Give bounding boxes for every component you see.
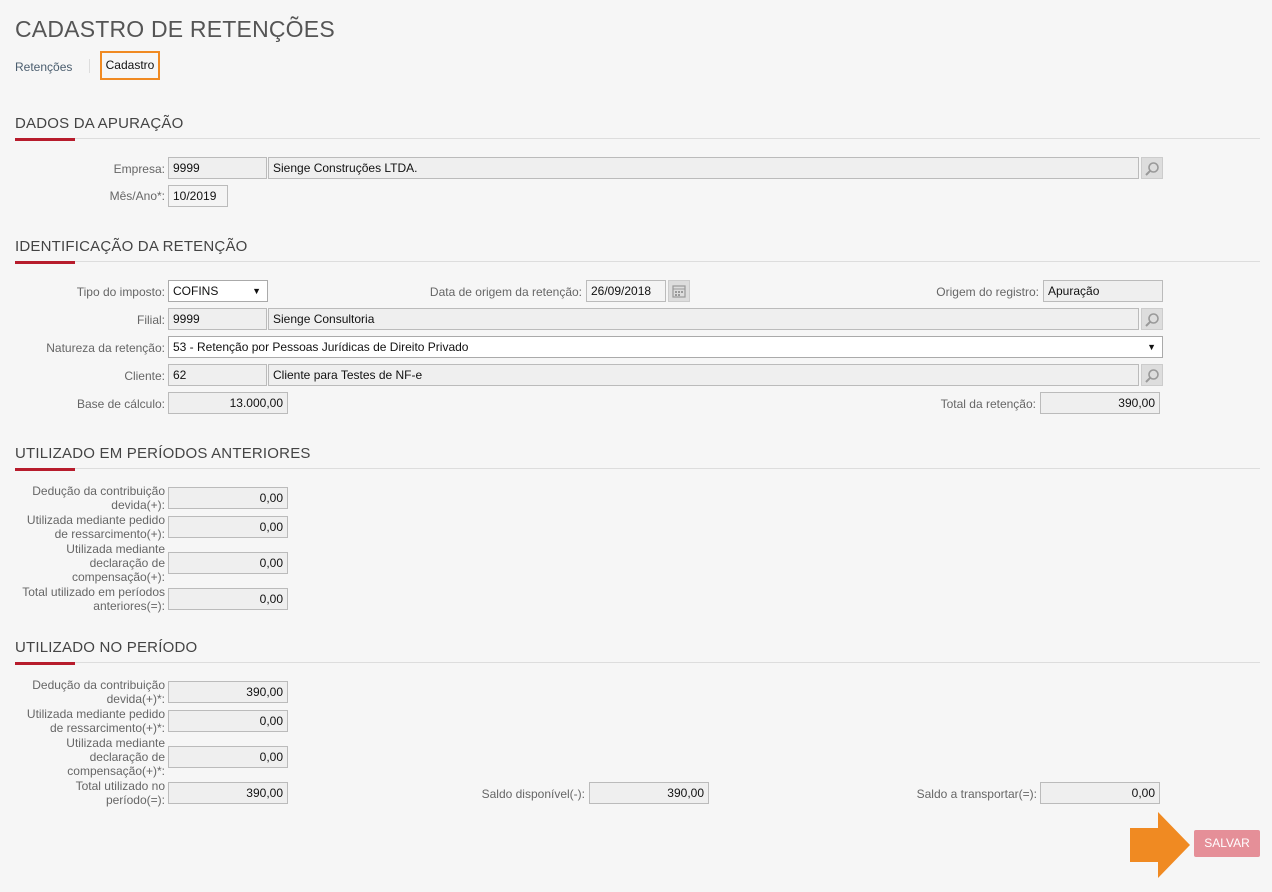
chevron-down-icon: ▼ bbox=[1147, 342, 1156, 352]
total-retencao-label: Total da retenção: bbox=[940, 397, 1036, 411]
page-title: CADASTRO DE RETENÇÕES bbox=[15, 16, 335, 42]
search-icon bbox=[1145, 313, 1159, 327]
ant-compensacao-label: Utilizada mediante declaração de compensaç… bbox=[66, 542, 165, 584]
per-total-label: Total utilizado no período(=): bbox=[75, 779, 165, 807]
ant-deducao-field: 0,00 bbox=[168, 487, 288, 509]
search-icon bbox=[1145, 369, 1159, 383]
per-deducao-field[interactable]: 390,00 bbox=[168, 681, 288, 703]
saldo-transportar-label: Saldo a transportar(=): bbox=[916, 787, 1037, 801]
tipo-imposto-value: COFINS bbox=[173, 284, 219, 298]
saldo-disponivel-field: 390,00 bbox=[589, 782, 709, 804]
filial-search-button[interactable] bbox=[1141, 308, 1163, 330]
section-title-identificacao: IDENTIFICAÇÃO DA RETENÇÃO bbox=[15, 238, 248, 255]
filial-label: Filial: bbox=[136, 313, 165, 327]
per-compensacao-label: Utilizada mediante declaração de compensaç… bbox=[66, 736, 165, 778]
ant-total-label: Total utilizado em períodos anteriores(=)… bbox=[22, 585, 165, 613]
cliente-name-field[interactable]: Cliente para Testes de NF-e bbox=[268, 364, 1139, 386]
section-title-anteriores: UTILIZADO EM PERÍODOS ANTERIORES bbox=[15, 445, 311, 462]
tab-separator bbox=[89, 59, 90, 73]
section-divider bbox=[15, 138, 1260, 139]
data-origem-field[interactable]: 26/09/2018 bbox=[586, 280, 666, 302]
mesano-label: Mês/Ano*: bbox=[109, 189, 165, 203]
arrow-right-icon bbox=[1130, 812, 1190, 883]
per-deducao-label: Dedução da contribuição devida(+)*: bbox=[32, 678, 165, 706]
natureza-select[interactable]: 53 - Retenção por Pessoas Jurídicas de D… bbox=[168, 336, 1163, 358]
cliente-search-button[interactable] bbox=[1141, 364, 1163, 386]
data-origem-label: Data de origem da retenção: bbox=[429, 285, 582, 299]
section-title-dados: DADOS DA APURAÇÃO bbox=[15, 115, 184, 132]
filial-code-field[interactable]: 9999 bbox=[168, 308, 267, 330]
section-divider bbox=[15, 468, 1260, 469]
per-ressarcimento-field[interactable]: 0,00 bbox=[168, 710, 288, 732]
per-ressarcimento-label: Utilizada mediante pedido de ressarciment… bbox=[26, 707, 165, 735]
empresa-label: Empresa: bbox=[113, 162, 165, 176]
tab-retencoes[interactable]: Retenções bbox=[15, 60, 72, 74]
section-divider bbox=[15, 662, 1260, 663]
section-accent bbox=[15, 138, 75, 141]
per-total-field: 390,00 bbox=[168, 782, 288, 804]
empresa-code-field[interactable]: 9999 bbox=[168, 157, 267, 179]
cliente-code-field[interactable]: 62 bbox=[168, 364, 267, 386]
chevron-down-icon: ▼ bbox=[252, 286, 261, 296]
ant-compensacao-field: 0,00 bbox=[168, 552, 288, 574]
ant-total-field: 0,00 bbox=[168, 588, 288, 610]
origem-registro-label: Origem do registro: bbox=[936, 285, 1039, 299]
ant-ressarcimento-label: Utilizada mediante pedido de ressarciment… bbox=[26, 513, 165, 541]
save-button[interactable]: SALVAR bbox=[1194, 830, 1260, 857]
empresa-name-field[interactable]: Sienge Construções LTDA. bbox=[268, 157, 1139, 179]
per-compensacao-field[interactable]: 0,00 bbox=[168, 746, 288, 768]
section-accent bbox=[15, 662, 75, 665]
calendar-button[interactable] bbox=[668, 280, 690, 302]
calendar-icon bbox=[672, 285, 686, 298]
base-calculo-field: 13.000,00 bbox=[168, 392, 288, 414]
section-accent bbox=[15, 468, 75, 471]
section-accent bbox=[15, 261, 75, 264]
tab-cadastro[interactable]: Cadastro bbox=[100, 51, 160, 80]
empresa-search-button[interactable] bbox=[1141, 157, 1163, 179]
saldo-disponivel-label: Saldo disponível(-): bbox=[481, 787, 585, 801]
tipo-imposto-label: Tipo do imposto: bbox=[76, 285, 165, 299]
mesano-field[interactable]: 10/2019 bbox=[168, 185, 228, 207]
ant-ressarcimento-field: 0,00 bbox=[168, 516, 288, 538]
section-divider bbox=[15, 261, 1260, 262]
total-retencao-field: 390,00 bbox=[1040, 392, 1160, 414]
search-icon bbox=[1145, 162, 1159, 176]
tipo-imposto-select[interactable]: COFINS ▼ bbox=[168, 280, 268, 302]
origem-registro-field: Apuração bbox=[1043, 280, 1163, 302]
cliente-label: Cliente: bbox=[124, 369, 165, 383]
section-title-periodo: UTILIZADO NO PERÍODO bbox=[15, 639, 198, 656]
natureza-value: 53 - Retenção por Pessoas Jurídicas de D… bbox=[173, 340, 469, 354]
base-calculo-label: Base de cálculo: bbox=[76, 397, 165, 411]
filial-name-field[interactable]: Sienge Consultoria bbox=[268, 308, 1139, 330]
saldo-transportar-field: 0,00 bbox=[1040, 782, 1160, 804]
natureza-label: Natureza da retenção: bbox=[46, 341, 165, 355]
ant-deducao-label: Dedução da contribuição devida(+): bbox=[32, 484, 165, 512]
